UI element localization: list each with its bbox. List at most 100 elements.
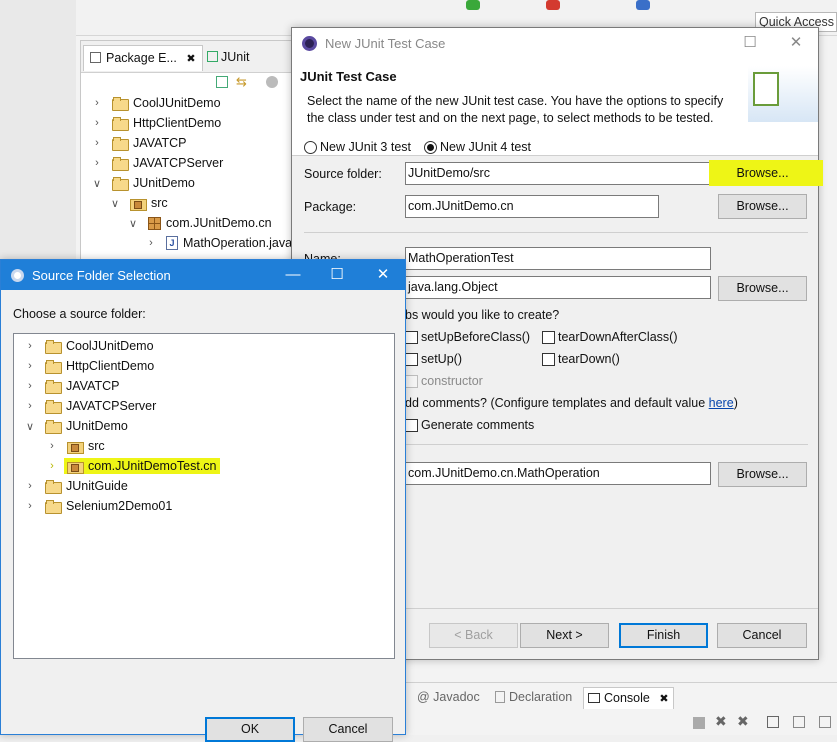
tree-item[interactable]: › HttpClientDemo — [91, 113, 224, 133]
tree-item[interactable]: › CoolJUnitDemo — [91, 93, 224, 113]
class-under-test-browse-button[interactable]: Browse... — [718, 462, 807, 487]
class-under-test-field[interactable]: com.JUnitDemo.cn.MathOperation — [405, 462, 711, 485]
ok-button[interactable]: OK — [205, 717, 295, 742]
setup-before-class-checkbox[interactable] — [405, 331, 418, 344]
chevron-right-icon[interactable]: › — [91, 117, 103, 129]
chevron-right-icon[interactable]: › — [145, 237, 157, 249]
teardown-checkbox[interactable] — [542, 353, 555, 366]
chevron-right-icon[interactable]: › — [24, 500, 36, 512]
toolbar-tool-icon[interactable] — [636, 0, 650, 10]
console-pin-icon[interactable] — [793, 716, 805, 728]
console-open-icon[interactable] — [819, 716, 831, 728]
junit3-radio[interactable] — [304, 141, 317, 154]
tree-item-label: src — [88, 439, 105, 453]
chevron-right-icon[interactable]: › — [24, 400, 36, 412]
teardown-label[interactable]: tearDown() — [558, 352, 620, 366]
configure-templates-link[interactable]: here — [709, 396, 734, 410]
package-field[interactable]: com.JUnitDemo.cn — [405, 195, 659, 218]
chevron-right-icon[interactable]: › — [24, 480, 36, 492]
chevron-down-icon[interactable]: ∨ — [91, 177, 103, 190]
junit4-radio-label[interactable]: New JUnit 4 test — [440, 140, 531, 154]
source-dialog-title: Source Folder Selection — [32, 267, 171, 283]
tree-item-content: Selenium2Demo01 — [42, 498, 175, 514]
chevron-down-icon[interactable]: ∨ — [127, 217, 139, 230]
setup-before-class-label[interactable]: setUpBeforeClass() — [421, 330, 530, 344]
tree-item[interactable]: ∨ JUnitDemo — [24, 416, 131, 436]
tab-junit[interactable]: JUnit — [201, 45, 255, 71]
teardown-after-class-label[interactable]: tearDownAfterClass() — [558, 330, 677, 344]
project-folder-icon — [45, 340, 62, 354]
superclass-field[interactable]: java.lang.Object — [405, 276, 711, 299]
close-button[interactable]: ✕ — [774, 28, 818, 58]
console-remove-icon[interactable]: ✖ — [715, 713, 727, 730]
close-button[interactable]: ✕ — [361, 260, 405, 290]
tree-item[interactable]: › com.JUnitDemoTest.cn — [46, 456, 220, 476]
source-dialog-titlebar: Source Folder Selection — ☐ ✕ — [1, 260, 405, 290]
chevron-right-icon[interactable]: › — [46, 440, 58, 452]
console-remove-all-icon[interactable]: ✖ — [737, 713, 749, 730]
cancel-button[interactable]: Cancel — [717, 623, 807, 648]
tab-declaration[interactable]: Declaration — [491, 687, 576, 709]
source-folder-tree[interactable]: › CoolJUnitDemo › HttpClientDemo › JAVATCP › JA… — [13, 333, 395, 659]
tree-item[interactable]: › CoolJUnitDemo — [24, 336, 157, 356]
collapse-all-icon[interactable] — [216, 76, 228, 88]
setup-label[interactable]: setUp() — [421, 352, 462, 366]
chevron-down-icon[interactable]: ∨ — [24, 420, 36, 433]
console-stop-icon[interactable] — [693, 717, 705, 729]
maximize-button[interactable]: ☐ — [315, 260, 359, 290]
close-icon[interactable]: ✖ — [186, 53, 195, 65]
tree-item[interactable]: › src — [46, 436, 108, 456]
tree-item-label: JAVATCP — [66, 379, 120, 393]
tree-item[interactable]: ∨ src — [109, 193, 171, 213]
junit3-radio-label[interactable]: New JUnit 3 test — [320, 140, 411, 154]
cancel-button[interactable]: Cancel — [303, 717, 393, 742]
finish-button[interactable]: Finish — [619, 623, 708, 648]
tree-item-content: src — [64, 438, 108, 454]
tree-item[interactable]: › JAVATCP — [24, 376, 122, 396]
package-browse-button[interactable]: Browse... — [718, 194, 807, 219]
tree-item-label: Selenium2Demo01 — [66, 499, 173, 513]
test-name-field[interactable]: MathOperationTest — [405, 247, 711, 270]
generate-comments-label[interactable]: Generate comments — [421, 418, 534, 432]
console-scroll-lock-icon[interactable] — [767, 716, 779, 728]
tree-item[interactable]: ∨ com.JUnitDemo.cn — [127, 213, 275, 233]
tree-item[interactable]: › JAVATCP — [91, 133, 189, 153]
tab-package-explorer[interactable]: Package E... ✖ — [83, 45, 203, 71]
source-folder-browse-button[interactable]: Browse... — [718, 161, 807, 186]
chevron-right-icon[interactable]: › — [24, 340, 36, 352]
close-icon[interactable]: ✖ — [659, 693, 668, 705]
chevron-right-icon[interactable]: › — [46, 460, 58, 472]
tree-item[interactable]: › JUnitGuide — [24, 476, 131, 496]
minimize-button[interactable]: — — [271, 260, 315, 290]
chevron-right-icon[interactable]: › — [24, 360, 36, 372]
tree-item-content: JAVATCPServer — [42, 398, 159, 414]
teardown-after-class-checkbox[interactable] — [542, 331, 555, 344]
chevron-right-icon[interactable]: › — [91, 157, 103, 169]
tree-item[interactable]: › HttpClientDemo — [24, 356, 157, 376]
tree-item[interactable]: › JAVATCPServer — [91, 153, 226, 173]
tab-console[interactable]: Console ✖ — [583, 687, 674, 709]
link-with-editor-icon[interactable]: ⇆ — [236, 74, 247, 90]
chevron-right-icon[interactable]: › — [91, 97, 103, 109]
generate-comments-checkbox[interactable] — [405, 419, 418, 432]
tree-item[interactable]: › J MathOperation.java — [145, 233, 295, 253]
chevron-right-icon[interactable]: › — [91, 137, 103, 149]
tree-item[interactable]: ∨ JUnitDemo — [91, 173, 198, 193]
chevron-down-icon[interactable]: ∨ — [109, 197, 121, 210]
tree-item-content: JAVATCP — [109, 135, 189, 151]
superclass-browse-button[interactable]: Browse... — [718, 276, 807, 301]
choose-source-folder-prompt: Choose a source folder: — [13, 307, 146, 321]
toolbar-run-icon[interactable] — [466, 0, 480, 10]
tree-item[interactable]: › JAVATCPServer — [24, 396, 159, 416]
tree-item[interactable]: › Selenium2Demo01 — [24, 496, 175, 516]
next-button[interactable]: Next > — [520, 623, 609, 648]
toolbar-debug-icon[interactable] — [546, 0, 560, 10]
setup-checkbox[interactable] — [405, 353, 418, 366]
maximize-button[interactable]: ☐ — [728, 28, 772, 58]
view-menu-icon[interactable] — [266, 76, 278, 88]
junit4-radio[interactable] — [424, 141, 437, 154]
project-folder-icon — [45, 500, 62, 514]
source-folder-field[interactable]: JUnitDemo/src — [405, 162, 711, 185]
tab-javadoc[interactable]: @ Javadoc — [413, 687, 484, 709]
chevron-right-icon[interactable]: › — [24, 380, 36, 392]
